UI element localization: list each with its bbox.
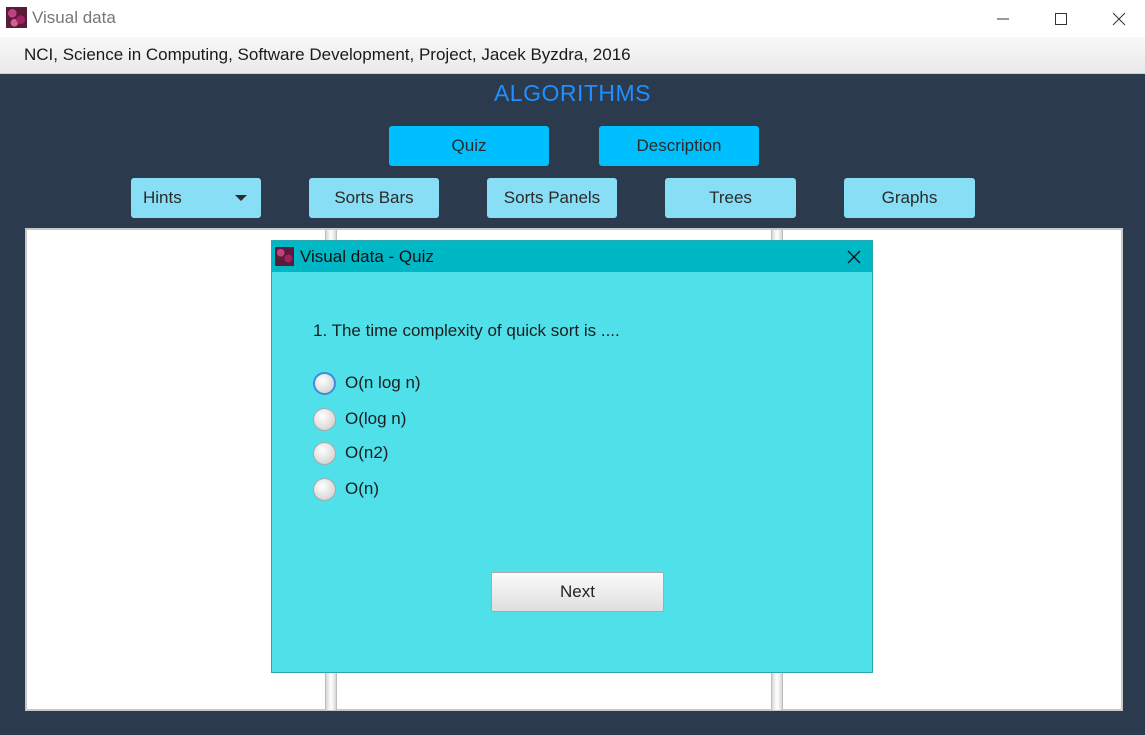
minimize-icon (997, 18, 1009, 19)
quiz-dialog: Visual data - Quiz 1. The time complexit… (271, 240, 873, 673)
radio-button[interactable] (313, 477, 336, 501)
hints-label: Hints (143, 188, 182, 207)
answer-option[interactable]: O(n) (313, 476, 379, 502)
maximize-button[interactable] (1032, 0, 1090, 37)
close-button[interactable] (1090, 0, 1145, 37)
quiz-question: 1. The time complexity of quick sort is … (313, 321, 620, 340)
answer-label: O(n) (345, 479, 379, 498)
description-button[interactable]: Description (599, 126, 759, 166)
answer-option[interactable]: O(n2) (313, 440, 388, 466)
answer-label: O(n log n) (345, 373, 421, 392)
chevron-down-icon (235, 195, 247, 201)
radio-button[interactable] (313, 371, 336, 395)
graphs-button[interactable]: Graphs (844, 178, 975, 218)
minimize-button[interactable] (974, 0, 1032, 37)
sorts-bars-button[interactable]: Sorts Bars (309, 178, 439, 218)
answer-option[interactable]: O(log n) (313, 406, 406, 432)
radio-button[interactable] (313, 441, 336, 465)
dialog-title: Visual data - Quiz (300, 247, 434, 266)
dialog-titlebar[interactable]: Visual data - Quiz (272, 241, 872, 272)
maximize-icon (1055, 12, 1067, 25)
close-icon (1112, 12, 1126, 25)
page-title: ALGORITHMS (493, 80, 652, 106)
window-titlebar[interactable]: Visual data (0, 0, 1145, 37)
radio-button[interactable] (313, 407, 336, 431)
hints-dropdown[interactable]: Hints (131, 178, 261, 218)
menubar: NCI, Science in Computing, Software Deve… (0, 37, 1145, 74)
menubar-text: NCI, Science in Computing, Software Deve… (24, 45, 631, 64)
next-button[interactable]: Next (491, 572, 664, 612)
trees-button[interactable]: Trees (665, 178, 796, 218)
close-icon (847, 250, 861, 263)
answer-label: O(log n) (345, 409, 407, 428)
app-icon (275, 247, 294, 266)
answer-option[interactable]: O(n log n) (313, 370, 421, 396)
sorts-panels-button[interactable]: Sorts Panels (487, 178, 617, 218)
quiz-button[interactable]: Quiz (389, 126, 549, 166)
app-icon (6, 7, 27, 28)
dialog-close-button[interactable] (836, 241, 872, 272)
answer-label: O(n2) (345, 443, 389, 462)
window-title: Visual data (32, 8, 116, 27)
